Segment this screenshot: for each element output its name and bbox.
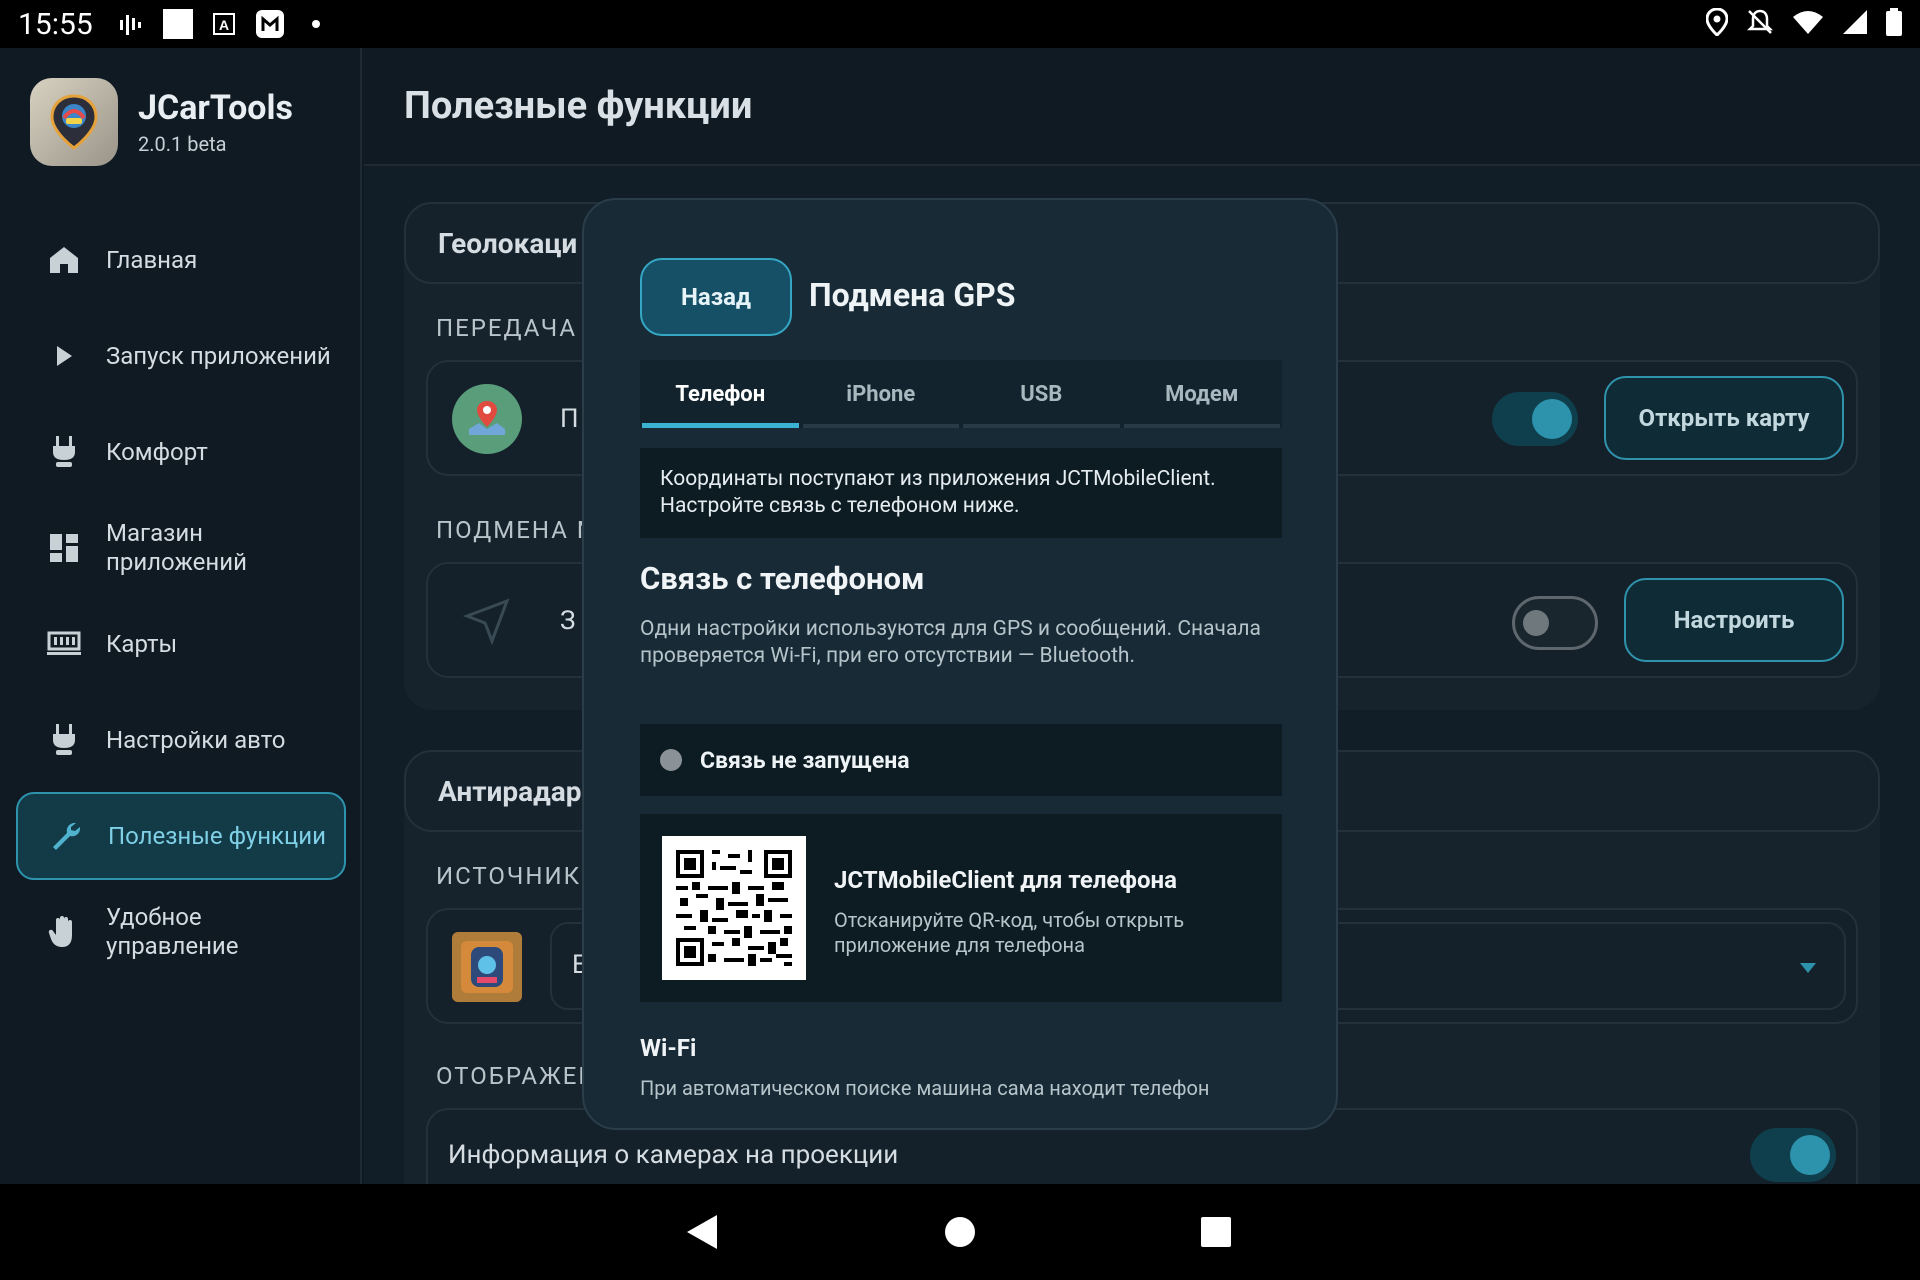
tab-usb[interactable]: USB: [961, 360, 1122, 428]
status-dot-icon: [660, 749, 682, 771]
sidebar-item-home[interactable]: Главная: [16, 216, 346, 304]
phone-link-heading: Связь с телефоном: [640, 560, 925, 597]
qr-title: JCTMobileClient для телефона: [834, 866, 1177, 894]
nav-recents-icon[interactable]: [1186, 1202, 1246, 1262]
sidebar-item-label: Главная: [106, 245, 198, 274]
transfer-toggle[interactable]: [1492, 392, 1578, 446]
wifi-icon: [1792, 9, 1824, 39]
map-icon: [44, 624, 84, 664]
spoof-row-text: З: [560, 606, 576, 636]
gps-spoof-dialog: Назад Подмена GPS Телефон iPhone USB Мод…: [582, 198, 1338, 1130]
page-title: Полезные функции: [404, 84, 753, 128]
sidebar-item-label: Настройки авто: [106, 725, 286, 754]
sidebar-item-comfort[interactable]: Комфорт: [16, 408, 346, 496]
section-label-spoof: ПОДМЕНА М: [436, 516, 600, 544]
dialog-title: Подмена GPS: [809, 276, 1016, 314]
white-square-icon: [161, 7, 195, 41]
location-icon: [1705, 7, 1729, 40]
section-label-source: ИСТОЧНИК: [436, 862, 581, 890]
sidebar-item-easy-control[interactable]: Удобное управление: [16, 888, 346, 976]
map-pin-icon: [452, 384, 522, 454]
sidebar-item-label: Удобное управление: [106, 903, 239, 960]
sidebar-item-car-settings[interactable]: Настройки авто: [16, 696, 346, 784]
configure-button[interactable]: Настроить: [1624, 578, 1844, 662]
svg-text:A: A: [219, 17, 229, 33]
notifications-off-icon: [1746, 8, 1774, 40]
tab-modem[interactable]: Модем: [1122, 360, 1283, 428]
wifi-title: Wi-Fi: [640, 1034, 697, 1062]
qr-card: JCTMobileClient для телефона Отсканируйт…: [640, 814, 1282, 1002]
sidebar-item-app-store[interactable]: Магазин приложений: [16, 504, 346, 592]
sidebar: JCarTools 2.0.1 beta Главная Запуск прил…: [0, 48, 362, 1184]
navigation-arrow-icon: [452, 586, 522, 656]
status-time: 15:55: [18, 6, 93, 42]
status-text: Связь не запущена: [700, 746, 910, 774]
grid-icon: [44, 528, 84, 568]
wrench-icon: [46, 816, 86, 856]
sidebar-item-app-launch[interactable]: Запуск приложений: [16, 312, 346, 400]
sidebar-item-label: Полезные функции: [108, 821, 326, 850]
back-button[interactable]: Назад: [640, 258, 792, 336]
sidebar-item-label: Карты: [106, 629, 178, 658]
transfer-row-text: П: [560, 404, 579, 434]
seat-icon: [44, 720, 84, 760]
battery-icon: [1886, 8, 1902, 40]
app-window: JCarTools 2.0.1 beta Главная Запуск прил…: [0, 48, 1920, 1250]
qr-code-icon: [662, 836, 806, 980]
seat-icon: [44, 432, 84, 472]
app-logo-icon: [30, 78, 118, 166]
tab-phone[interactable]: Телефон: [640, 360, 801, 428]
phone-link-description: Одни настройки используются для GPS и со…: [640, 617, 1261, 668]
hand-icon: [44, 912, 84, 952]
cell-signal-icon: [1842, 9, 1868, 39]
projection-row-text: Информация о камерах на проекции: [448, 1140, 899, 1170]
dialog-tabs: Телефон iPhone USB Модем: [640, 360, 1282, 428]
sidebar-item-useful-functions[interactable]: Полезные функции: [16, 792, 346, 880]
signal-bars-icon: [115, 7, 149, 41]
nav-back-icon[interactable]: [672, 1202, 732, 1262]
qr-description: Отсканируйте QR-код, чтобы открыть прило…: [834, 908, 1185, 957]
font-icon: A: [207, 7, 241, 41]
spoof-toggle[interactable]: [1512, 596, 1598, 650]
status-bar: 15:55 A: [0, 0, 1920, 48]
sidebar-item-label: Магазин приложений: [106, 519, 247, 576]
dot-icon: [299, 7, 333, 41]
sidebar-item-label: Комфорт: [106, 437, 208, 466]
section-label-transfer: ПЕРЕДАЧА: [436, 314, 578, 342]
home-icon: [44, 240, 84, 280]
source-app-icon: [452, 932, 522, 1002]
app-name: JCarTools: [138, 88, 293, 128]
connection-status: Связь не запущена: [640, 724, 1282, 796]
projection-toggle[interactable]: [1750, 1128, 1836, 1182]
open-map-button[interactable]: Открыть карту: [1604, 376, 1844, 460]
system-nav-bar: [0, 1184, 1920, 1280]
info-box: Координаты поступают из приложения JCTMo…: [640, 448, 1282, 538]
sidebar-nav: Главная Запуск приложений Комфорт Магази…: [16, 216, 346, 984]
brand: JCarTools 2.0.1 beta: [30, 78, 293, 166]
dropdown-arrow-icon: [1798, 960, 1818, 979]
sidebar-item-label: Запуск приложений: [106, 341, 331, 370]
tab-iphone[interactable]: iPhone: [801, 360, 962, 428]
app-version: 2.0.1 beta: [138, 132, 227, 156]
main-header: Полезные функции: [364, 48, 1920, 166]
app-badge-icon: [253, 7, 287, 41]
play-icon: [44, 336, 84, 376]
sidebar-item-maps[interactable]: Карты: [16, 600, 346, 688]
wifi-description: При автоматическом поиске машина сама на…: [640, 1076, 1210, 1100]
nav-home-icon[interactable]: [930, 1202, 990, 1262]
